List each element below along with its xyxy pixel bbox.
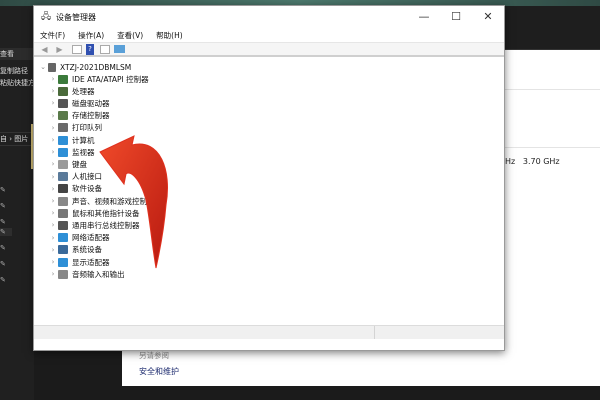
red-curved-arrow-annotation: [0, 0, 600, 400]
arrow-shape: [100, 136, 168, 268]
